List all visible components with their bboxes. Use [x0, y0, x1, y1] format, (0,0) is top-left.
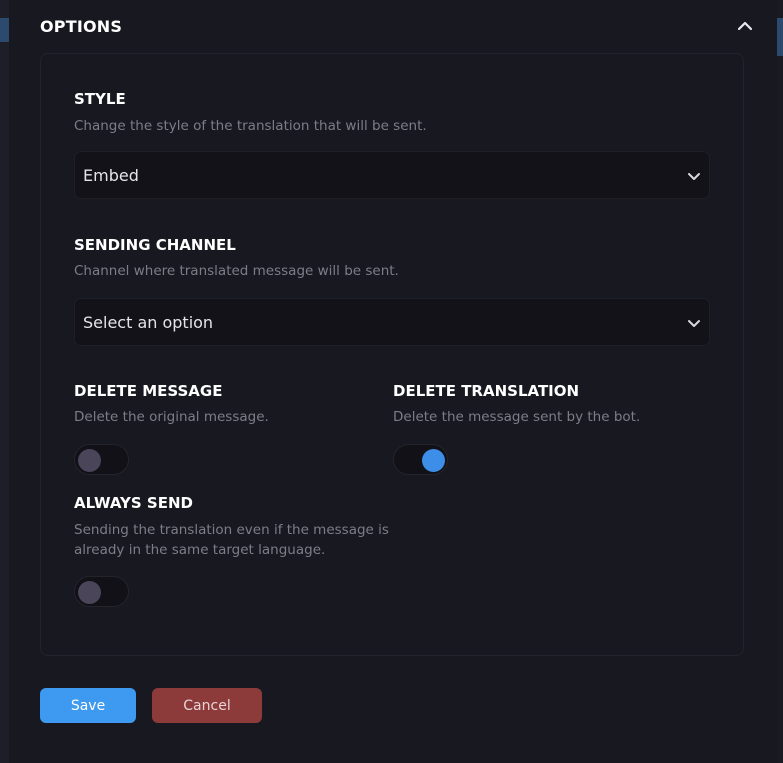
delete-message-toggle[interactable]: [74, 444, 129, 475]
sending-channel-select[interactable]: Select an option: [74, 298, 710, 346]
toggle-knob: [78, 581, 101, 604]
options-panel: STYLE Change the style of the translatio…: [40, 53, 744, 656]
background-accent-left: [0, 18, 9, 42]
section-title: OPTIONS: [40, 16, 123, 36]
style-description: Change the style of the translation that…: [74, 118, 427, 134]
background-page-edge: [0, 0, 9, 763]
delete-translation-description: Delete the message sent by the bot.: [393, 409, 641, 425]
style-select-value: Embed: [83, 165, 139, 185]
options-modal: OPTIONS STYLE Change the style of the tr…: [9, 0, 777, 763]
sending-channel-description: Channel where translated message will be…: [74, 263, 399, 279]
delete-translation-toggle[interactable]: [393, 444, 448, 475]
delete-translation-title: DELETE TRANSLATION: [393, 382, 580, 400]
always-send-toggle[interactable]: [74, 576, 129, 607]
always-send-description-line1: Sending the translation even if the mess…: [74, 522, 389, 538]
options-section-header[interactable]: OPTIONS: [40, 14, 756, 38]
chevron-up-icon[interactable]: [734, 15, 756, 37]
style-select[interactable]: Embed: [74, 151, 710, 199]
toggle-knob: [422, 449, 445, 472]
style-title: STYLE: [74, 90, 126, 108]
always-send-description-line2: already in the same target language.: [74, 542, 326, 558]
background-accent-right: [777, 18, 783, 56]
sending-channel-select-value: Select an option: [83, 312, 214, 332]
delete-message-description: Delete the original message.: [74, 409, 269, 425]
save-button[interactable]: Save: [40, 688, 136, 723]
toggle-knob: [78, 449, 101, 472]
delete-message-title: DELETE MESSAGE: [74, 382, 223, 400]
chevron-down-icon: [687, 166, 701, 185]
screen: OPTIONS STYLE Change the style of the tr…: [0, 0, 783, 763]
cancel-button[interactable]: Cancel: [152, 688, 262, 723]
always-send-title: ALWAYS SEND: [74, 494, 193, 512]
chevron-down-icon: [687, 313, 701, 332]
sending-channel-title: SENDING CHANNEL: [74, 236, 236, 254]
